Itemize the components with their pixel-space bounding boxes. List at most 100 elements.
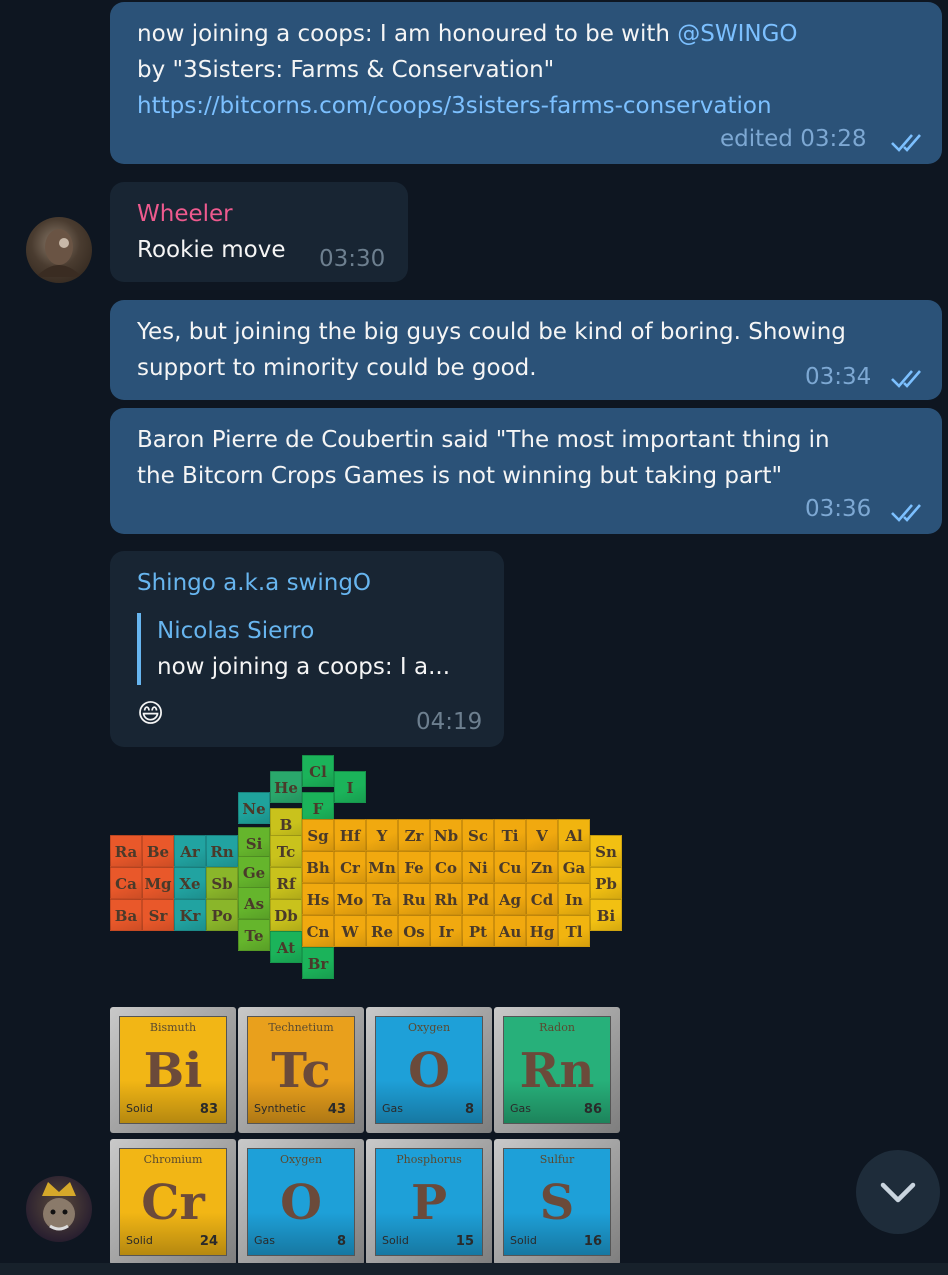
message-bubble-outgoing[interactable]: now joining a coops: I am honoured to be… <box>110 2 942 164</box>
element-cell: Ca <box>110 867 142 899</box>
element-cell: Zn <box>526 851 558 883</box>
element-cell: Pt <box>462 915 494 947</box>
reply-author: Nicolas Sierro <box>157 618 315 644</box>
element-cell: Ga <box>558 851 590 883</box>
avatar[interactable] <box>26 217 92 283</box>
element-state: Synthetic <box>254 1102 306 1115</box>
element-cell: Nb <box>430 819 462 851</box>
element-number: 83 <box>199 1102 218 1117</box>
element-name: Sulfur <box>539 1153 575 1166</box>
element-tile: Phosphorus P Solid 15 <box>366 1139 492 1265</box>
element-cell: Cd <box>526 883 558 915</box>
element-tile: Radon Rn Gas 86 <box>494 1007 620 1133</box>
element-name: Chromium <box>143 1153 203 1166</box>
message-text-line: now joining a coops: I am honoured to be… <box>137 21 798 47</box>
sticker-element-tiles[interactable]: Bismuth Bi Solid 83 Technetium Tc Synthetic 43 O… <box>110 1007 622 1265</box>
sticker-periodic-bitcorn[interactable]: Cl He I Ne F B Si Tc Sg Hf Y Zr Nb Sc Ti V Al Sn Ra Be Ar Rn G… <box>110 755 622 979</box>
element-cell: Hs <box>302 883 334 915</box>
mention-link[interactable]: @SWINGO <box>677 21 797 47</box>
message-text: Rookie move <box>137 237 286 263</box>
element-cell: I <box>334 771 366 803</box>
message-text-line: by "3Sisters: Farms & Conservation" <box>137 57 555 83</box>
element-cell: Ru <box>398 883 430 915</box>
element-cell: Si <box>238 827 270 859</box>
message-bubble-outgoing[interactable]: Baron Pierre de Coubertin said "The most… <box>110 408 942 534</box>
element-symbol: P <box>410 1175 448 1231</box>
element-tile: Oxygen O Gas 8 <box>238 1139 364 1265</box>
reply-quote[interactable]: Nicolas Sierro now joining a coops: I a.… <box>137 613 471 685</box>
element-cell: As <box>238 887 270 919</box>
element-cell: At <box>270 931 302 963</box>
element-cell: Bi <box>590 899 622 931</box>
element-cell: Mo <box>334 883 366 915</box>
element-cell: Pb <box>590 867 622 899</box>
element-name: Oxygen <box>279 1153 323 1166</box>
message-time: 03:34 <box>805 364 872 390</box>
message-time: edited 03:28 <box>720 126 867 152</box>
element-cell: Fe <box>398 851 430 883</box>
element-cell: Sr <box>142 899 174 931</box>
double-check-icon <box>891 134 921 152</box>
element-cell: Kr <box>174 899 206 931</box>
reply-text: now joining a coops: I a... <box>157 654 451 680</box>
element-cell: Hg <box>526 915 558 947</box>
element-cell: Te <box>238 919 270 951</box>
element-cell: Cn <box>302 915 334 947</box>
element-name: Phosphorus <box>396 1153 462 1166</box>
element-cell: Rf <box>270 867 302 899</box>
message-text-line: Yes, but joining the big guys could be k… <box>137 319 846 345</box>
element-name: Oxygen <box>407 1021 451 1034</box>
element-cell: Au <box>494 915 526 947</box>
message-bubble-outgoing[interactable]: Yes, but joining the big guys could be k… <box>110 300 942 400</box>
emoji: 😄 <box>137 699 165 729</box>
element-state: Solid <box>126 1102 153 1115</box>
element-cell: W <box>334 915 366 947</box>
element-tile: Technetium Tc Synthetic 43 <box>238 1007 364 1133</box>
element-tile: Chromium Cr Solid 24 <box>110 1139 236 1265</box>
element-cell: Db <box>270 899 302 931</box>
url-link[interactable]: https://bitcorns.com/coops/3sisters-farm… <box>137 88 772 124</box>
message-text-line: support to minority could be good. <box>137 355 537 381</box>
scroll-down-button[interactable] <box>856 1150 940 1234</box>
element-symbol: O <box>408 1043 450 1099</box>
element-tile: Oxygen O Gas 8 <box>366 1007 492 1133</box>
element-cell: Y <box>366 819 398 851</box>
element-state: Gas <box>382 1102 403 1115</box>
message-bubble-incoming[interactable]: Shingo a.k.a swingO Nicolas Sierro now j… <box>110 551 504 747</box>
chevron-down-icon <box>880 1182 916 1203</box>
element-cell: In <box>558 883 590 915</box>
element-cell: V <box>526 819 558 851</box>
element-cell: Be <box>142 835 174 867</box>
element-number: 24 <box>199 1234 218 1249</box>
element-number: 86 <box>583 1102 602 1117</box>
message-bubble-incoming[interactable]: Wheeler Rookie move 03:30 <box>110 182 408 282</box>
element-cell: Rh <box>430 883 462 915</box>
element-cell: Sn <box>590 835 622 867</box>
element-cell: Br <box>302 947 334 979</box>
element-cell: Re <box>366 915 398 947</box>
element-cell: He <box>270 771 302 803</box>
message-time: 03:36 <box>805 496 872 522</box>
message-text-line: the Bitcorn Crops Games is not winning b… <box>137 463 783 489</box>
element-number: 16 <box>583 1234 602 1249</box>
element-state: Solid <box>510 1234 537 1247</box>
sender-name[interactable]: Shingo a.k.a swingO <box>137 565 371 601</box>
avatar[interactable] <box>26 1176 92 1242</box>
element-cell: Ni <box>462 851 494 883</box>
element-cell: Po <box>206 899 238 931</box>
message-time: 03:30 <box>319 246 386 272</box>
element-cell: Zr <box>398 819 430 851</box>
message-text-line: Baron Pierre de Coubertin said "The most… <box>137 427 830 453</box>
element-state: Solid <box>382 1234 409 1247</box>
double-check-icon <box>891 504 921 522</box>
sender-name[interactable]: Wheeler <box>137 196 233 232</box>
element-name: Technetium <box>268 1021 334 1034</box>
element-cell: Ba <box>110 899 142 931</box>
double-check-icon <box>891 370 921 388</box>
element-cell: Co <box>430 851 462 883</box>
element-cell: Hf <box>334 819 366 851</box>
element-cell: Os <box>398 915 430 947</box>
element-cell: Tl <box>558 915 590 947</box>
element-symbol: Tc <box>271 1043 331 1099</box>
element-cell: Sc <box>462 819 494 851</box>
